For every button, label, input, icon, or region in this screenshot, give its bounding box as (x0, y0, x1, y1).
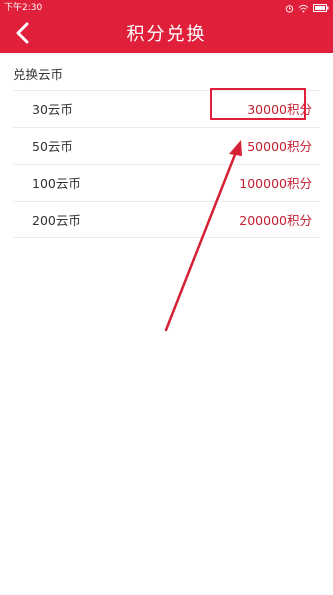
exchange-item-30[interactable]: 30云币 30000积分 (13, 90, 320, 127)
exchange-item-200[interactable]: 200云币 200000积分 (13, 201, 320, 238)
status-bar: 下午2:30 (0, 0, 333, 16)
status-time: 下午2:30 (4, 3, 43, 13)
exchange-item-label: 200云币 (32, 213, 81, 228)
page-title: 积分兑换 (126, 24, 207, 45)
battery-icon (313, 4, 329, 12)
exchange-item-50[interactable]: 50云币 50000积分 (13, 127, 320, 164)
exchange-item-label: 100云币 (32, 176, 81, 191)
status-icons (285, 0, 329, 16)
nav-bar: 积分兑换 (0, 16, 333, 53)
exchange-item-label: 30云币 (32, 102, 73, 117)
alarm-icon (285, 4, 294, 13)
exchange-item-points: 200000积分 (239, 213, 312, 228)
exchange-item-points: 50000积分 (247, 139, 312, 154)
wifi-icon (298, 4, 309, 13)
exchange-item-points: 100000积分 (239, 176, 312, 191)
exchange-item-100[interactable]: 100云币 100000积分 (13, 164, 320, 201)
exchange-item-points: 30000积分 (247, 102, 312, 117)
exchange-list: 30云币 30000积分 50云币 50000积分 100云币 100000积分… (13, 90, 320, 238)
section-title: 兑换云币 (13, 67, 64, 82)
exchange-item-label: 50云币 (32, 139, 73, 154)
